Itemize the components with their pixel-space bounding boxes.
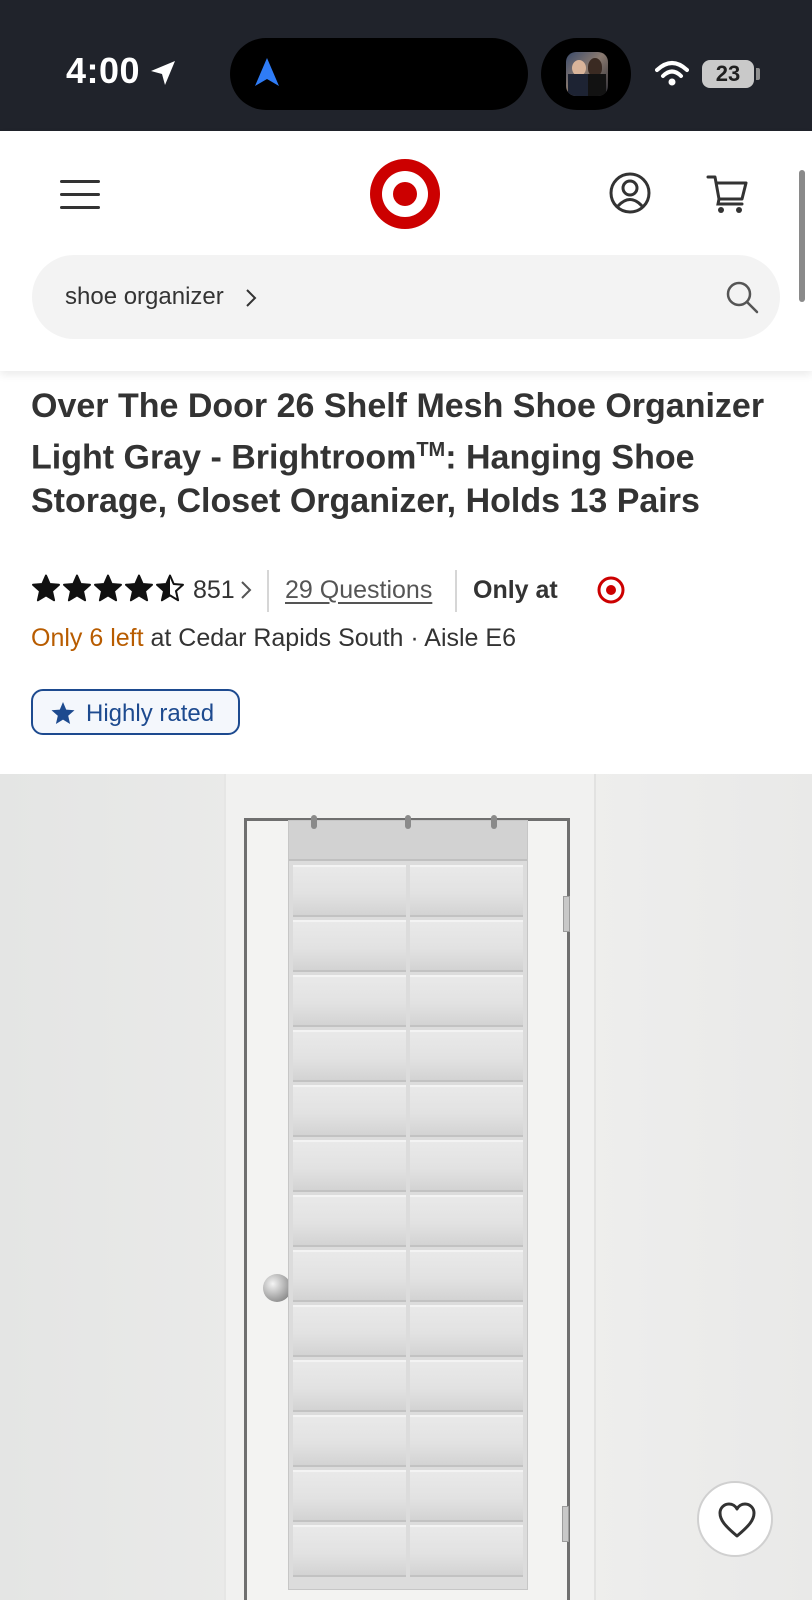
organizer-pocket — [293, 1140, 406, 1192]
rating-star — [156, 574, 184, 602]
page-scrollbar[interactable] — [799, 170, 805, 302]
organizer-pocket — [293, 865, 406, 917]
rating-star — [63, 574, 91, 602]
organizer-pocket — [410, 1085, 523, 1137]
status-time: 4:00 — [66, 50, 141, 91]
battery-indicator: 23 — [702, 60, 754, 88]
organizer-pocket — [410, 1030, 523, 1082]
organizer-pocket — [410, 920, 523, 972]
organizer-pocket — [410, 1360, 523, 1412]
organizer-pocket — [293, 920, 406, 972]
rating-star — [125, 574, 153, 602]
questions-link[interactable]: 29 Questions — [285, 576, 432, 605]
divider — [267, 570, 269, 612]
rating-star — [94, 574, 122, 602]
product-image[interactable] — [0, 774, 812, 1600]
battery-tip — [756, 68, 760, 80]
navigation-arrow-icon — [255, 58, 279, 86]
badge-label: Highly rated — [86, 700, 215, 727]
stock-availability: Only 6 left at Cedar Rapids South · Aisl… — [31, 624, 516, 653]
account-icon[interactable] — [608, 171, 652, 215]
organizer-pocket — [293, 1195, 406, 1247]
organizer-pocket — [410, 975, 523, 1027]
door-hinge — [563, 896, 570, 932]
organizer-pocket — [293, 1415, 406, 1467]
stock-quantity: Only 6 left — [31, 624, 144, 652]
store-location: at Cedar Rapids South · Aisle E6 — [143, 624, 517, 652]
favorite-button[interactable] — [697, 1481, 773, 1557]
organizer-pocket — [410, 1140, 523, 1192]
organizer-pocket — [293, 975, 406, 1027]
rating-row: 851 29 Questions Only at — [31, 570, 791, 614]
star-icon — [51, 702, 75, 724]
review-count[interactable]: 851 — [193, 576, 235, 605]
organizer-pocket — [293, 1525, 406, 1577]
highly-rated-badge: Highly rated — [31, 689, 240, 735]
only-at-label: Only at — [473, 576, 558, 604]
chevron-right-icon[interactable] — [240, 580, 252, 600]
divider — [455, 570, 457, 612]
target-logo-small — [597, 576, 625, 604]
status-bar: 4:00 23 — [0, 0, 812, 131]
search-icon[interactable] — [724, 279, 760, 315]
organizer-pocket — [293, 1305, 406, 1357]
organizer-pocket — [410, 1415, 523, 1467]
menu-button[interactable] — [60, 176, 102, 212]
trademark-mark: TM — [416, 439, 446, 461]
organizer-pocket — [410, 1470, 523, 1522]
shoe-organizer — [288, 815, 528, 1590]
organizer-pocket — [293, 1085, 406, 1137]
organizer-pocket — [410, 1250, 523, 1302]
chevron-right-icon — [246, 289, 257, 307]
organizer-pocket — [410, 1525, 523, 1577]
live-activity-thumbnail — [566, 52, 608, 96]
product-title: Over The Door 26 Shelf Mesh Shoe Organiz… — [31, 384, 781, 523]
door-knob — [263, 1274, 291, 1302]
organizer-pockets — [293, 865, 523, 1583]
door-hinge — [562, 1506, 569, 1542]
rating-star — [32, 574, 60, 602]
cart-icon[interactable] — [706, 171, 750, 215]
organizer-pocket — [410, 1305, 523, 1357]
organizer-pocket — [410, 865, 523, 917]
target-logo[interactable] — [368, 157, 442, 231]
organizer-pocket — [410, 1195, 523, 1247]
search-query[interactable]: shoe organizer — [65, 283, 224, 311]
organizer-pocket — [293, 1470, 406, 1522]
heart-icon — [718, 1502, 756, 1538]
organizer-pocket — [293, 1360, 406, 1412]
location-arrow-icon — [151, 61, 175, 85]
site-header: shoe organizer — [0, 131, 812, 371]
wifi-icon — [655, 61, 689, 86]
star-rating[interactable] — [31, 574, 186, 604]
organizer-pocket — [293, 1030, 406, 1082]
organizer-top-band — [289, 815, 527, 861]
organizer-pocket — [293, 1250, 406, 1302]
search-bar[interactable]: shoe organizer — [32, 255, 780, 339]
